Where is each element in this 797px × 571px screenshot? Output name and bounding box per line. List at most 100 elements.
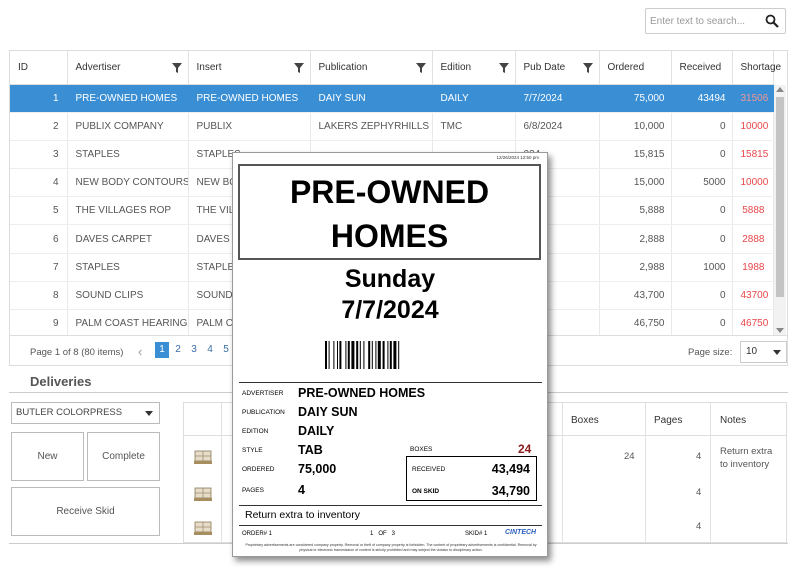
col-header-notes[interactable]: Notes: [720, 415, 746, 426]
filter-icon[interactable]: [415, 63, 426, 73]
pallet-icon[interactable]: [193, 485, 213, 502]
col-header-ordered[interactable]: Ordered: [599, 51, 672, 85]
grid-scrollbar[interactable]: [774, 85, 786, 335]
row-ordered: 2,988: [599, 253, 672, 282]
label-divider: [239, 505, 542, 506]
row-publication: LAKERS ZEPHYRHILLS: [310, 112, 433, 141]
pager-page-2[interactable]: 2: [171, 342, 185, 358]
row-id: 3: [10, 140, 68, 170]
row-shortage: 10000: [732, 112, 774, 141]
filter-icon[interactable]: [293, 63, 304, 73]
col-header-label: Shortage: [740, 61, 782, 73]
pager-page-4[interactable]: 4: [203, 342, 217, 358]
page-size-select[interactable]: 10: [740, 341, 787, 363]
row-ordered: 15,815: [599, 140, 672, 170]
skid-label-preview: 12/26/2024 12:50 pm PRE-OWNED HOMES Sund…: [232, 152, 548, 557]
row-shortage: 1988: [732, 253, 774, 282]
col-header-advertiser[interactable]: Advertiser: [67, 51, 189, 85]
pallet-icon[interactable]: [193, 448, 213, 465]
row-advertiser: SOUND CLIPS: [67, 281, 189, 311]
row-ordered: 10,000: [599, 112, 672, 141]
page-size-value: 10: [746, 346, 758, 357]
row-ordered: 2,888: [599, 224, 672, 254]
pallet-icon[interactable]: [193, 519, 213, 536]
page-size-label: Page size:: [688, 347, 733, 358]
deliveries-title: Deliveries: [30, 374, 92, 389]
new-button[interactable]: New: [11, 432, 84, 481]
column-divider: [645, 403, 646, 542]
label-legal-text: Proprietary advertisements are considere…: [245, 543, 537, 552]
row-id: 1: [10, 84, 68, 113]
col-header-insert[interactable]: Insert: [188, 51, 311, 85]
row-ordered: 43,700: [599, 281, 672, 311]
table-row[interactable]: 2 PUBLIX COMPANY PUBLIX LAKERS ZEPHYRHILLS T…: [10, 112, 774, 141]
filter-icon[interactable]: [171, 63, 182, 73]
pager-prev-button[interactable]: ‹: [138, 344, 142, 359]
label-received-box: RECEIVED 43,494 ON SKID 34,790: [406, 456, 537, 501]
col-header-received[interactable]: Received: [671, 51, 733, 85]
label-ordered: 75,000: [298, 462, 337, 476]
chevron-down-icon: [145, 411, 153, 416]
row-id: 4: [10, 168, 68, 198]
col-header-id[interactable]: ID: [10, 51, 68, 85]
table-row[interactable]: 1 PRE-OWNED HOMES PRE-OWNED HOMES DAIY SUN D…: [10, 84, 774, 113]
row-shortage: 43700: [732, 281, 774, 311]
pager-page-5[interactable]: 5: [219, 342, 233, 358]
label-key: EDITION: [242, 428, 269, 435]
row-received: 0: [671, 112, 733, 141]
pager-info: Page 1 of 8 (80 items): [30, 347, 124, 358]
scroll-up-arrow[interactable]: [776, 87, 784, 92]
chevron-down-icon: [773, 350, 781, 355]
row-received: 1000: [671, 253, 733, 282]
label-key: ORDERED: [242, 466, 275, 473]
brand-logo: CINTECH: [505, 529, 537, 536]
label-advertiser-line1: PRE-OWNED: [289, 174, 490, 210]
row-ordered: 15,000: [599, 168, 672, 198]
col-header-boxes[interactable]: Boxes: [571, 415, 599, 426]
row-advertiser: DAVES CARPET: [67, 224, 189, 254]
pager-page-3[interactable]: 3: [187, 342, 201, 358]
row-id: 2: [10, 112, 68, 141]
row-received: 0: [671, 196, 733, 226]
col-header-shortage[interactable]: Shortage: [732, 51, 781, 85]
col-header-publication[interactable]: Publication: [310, 51, 433, 85]
row-advertiser: STAPLES: [67, 140, 189, 170]
pager-page-1[interactable]: 1: [155, 342, 169, 358]
filter-icon[interactable]: [498, 63, 509, 73]
row-shortage: 10000: [732, 168, 774, 198]
row-edition: TMC: [432, 112, 516, 141]
row-shortage: 46750: [732, 309, 774, 339]
row-insert: PUBLIX: [188, 112, 311, 141]
label-received: 43,494: [491, 462, 530, 476]
row-ordered: 75,000: [599, 84, 672, 113]
column-divider: [562, 403, 563, 542]
row-id: 7: [10, 253, 68, 282]
receive-skid-button[interactable]: Receive Skid: [11, 487, 160, 536]
scroll-down-arrow[interactable]: [776, 328, 784, 333]
filter-icon[interactable]: [582, 63, 593, 73]
col-header-edition[interactable]: Edition: [432, 51, 516, 85]
row-advertiser: THE VILLAGES ROP: [67, 196, 189, 226]
label-day: Sunday: [344, 265, 436, 293]
label-key: BOXES: [410, 446, 433, 453]
label-edition: DAILY: [298, 424, 335, 438]
col-header-pages[interactable]: Pages: [654, 415, 682, 426]
search-box[interactable]: [645, 8, 786, 34]
search-icon[interactable]: [765, 14, 779, 28]
label-publication: DAIY SUN: [298, 405, 358, 419]
col-header-pub-date[interactable]: Pub Date: [515, 51, 600, 85]
row-edition: DAILY: [432, 84, 516, 113]
scroll-thumb[interactable]: [776, 97, 784, 297]
search-input[interactable]: [646, 9, 756, 33]
row-advertiser: PUBLIX COMPANY: [67, 112, 189, 141]
skid-pages: 4: [696, 451, 702, 462]
row-publication: DAIY SUN: [310, 84, 433, 113]
row-advertiser: STAPLES: [67, 253, 189, 282]
label-key: RECEIVED: [412, 466, 446, 473]
col-header-label: Edition: [440, 61, 472, 73]
label-advertiser-line2: HOMES: [330, 218, 449, 254]
col-header-label: ID: [18, 61, 28, 73]
complete-button[interactable]: Complete: [87, 432, 160, 481]
vendor-select[interactable]: BUTLER COLORPRESS: [11, 402, 160, 424]
skid-pages: 4: [696, 487, 702, 498]
